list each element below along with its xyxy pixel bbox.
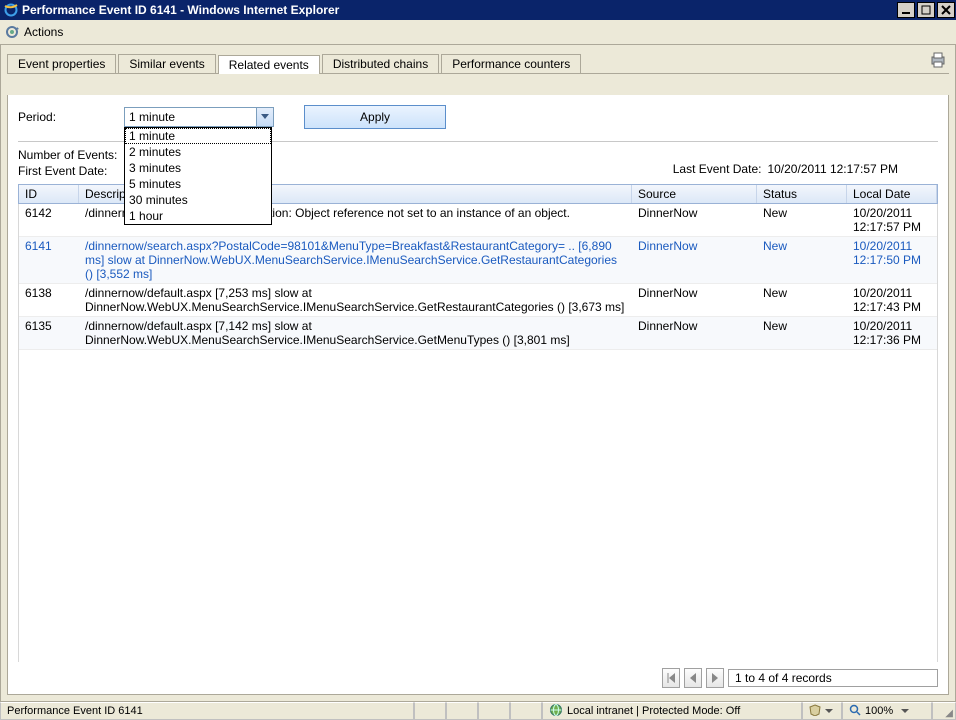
num-events-label: Number of Events: xyxy=(18,148,117,162)
cell-status: New xyxy=(757,237,847,255)
cell-source: DinnerNow xyxy=(632,284,757,302)
status-gap xyxy=(510,702,542,720)
print-icon[interactable] xyxy=(929,51,947,72)
content-area: Event properties Similar events Related … xyxy=(0,44,956,702)
cell-local-date: 10/20/201112:17:36 PM xyxy=(847,317,937,349)
pager-text: 1 to 4 of 4 records xyxy=(728,669,938,687)
chevron-down-icon xyxy=(825,709,833,713)
table-row[interactable]: 6141/dinnernow/search.aspx?PostalCode=98… xyxy=(19,237,937,284)
status-page-title-text: Performance Event ID 6141 xyxy=(7,705,143,717)
grid-body: 6142/dinnernow... .NullReferenceExceptio… xyxy=(18,204,938,662)
window-buttons xyxy=(896,0,956,20)
period-option[interactable]: 5 minutes xyxy=(125,176,271,192)
status-zoom[interactable]: 100% xyxy=(842,702,932,720)
pager-first-button[interactable] xyxy=(662,668,680,688)
cell-source: DinnerNow xyxy=(632,237,757,255)
status-zoom-text: 100% xyxy=(865,705,893,717)
tab-label: Related events xyxy=(229,58,309,72)
pager-next-button[interactable] xyxy=(706,668,724,688)
period-option[interactable]: 1 minute xyxy=(125,128,271,144)
pager-text-value: 1 to 4 of 4 records xyxy=(735,671,832,685)
last-event-date-value: 10/20/2011 12:17:57 PM xyxy=(767,162,898,176)
last-event-date-label: Last Event Date: xyxy=(673,162,762,176)
period-option[interactable]: 3 minutes xyxy=(125,160,271,176)
status-gap xyxy=(414,702,446,720)
statusbar: Performance Event ID 6141 Local intranet… xyxy=(0,702,956,720)
cell-status: New xyxy=(757,317,847,335)
globe-icon xyxy=(549,703,563,720)
period-label: Period: xyxy=(18,110,56,124)
cell-id: 6142 xyxy=(19,204,79,222)
cell-status: New xyxy=(757,204,847,222)
related-events-panel: Period: 1 minute 1 minute 2 minutes 3 mi… xyxy=(7,95,949,695)
close-button[interactable] xyxy=(937,2,955,18)
cell-source: DinnerNow xyxy=(632,204,757,222)
actions-label[interactable]: Actions xyxy=(24,25,63,39)
col-id-header[interactable]: ID xyxy=(19,185,79,203)
tab-label: Similar events xyxy=(129,57,204,71)
cell-status: New xyxy=(757,284,847,302)
chevron-down-icon[interactable] xyxy=(256,108,273,126)
status-protected-toggle[interactable] xyxy=(802,702,842,720)
cell-description: /dinnernow/default.aspx [7,142 ms] slow … xyxy=(79,317,632,349)
events-grid: ID Descripti Source Status Local Date 61… xyxy=(18,184,938,662)
maximize-button[interactable] xyxy=(917,2,935,18)
status-gap xyxy=(478,702,510,720)
period-combo[interactable]: 1 minute xyxy=(124,107,274,127)
tab-event-properties[interactable]: Event properties xyxy=(7,54,116,73)
gear-refresh-icon xyxy=(4,24,20,40)
apply-label: Apply xyxy=(360,110,390,124)
minimize-button[interactable] xyxy=(897,2,915,18)
col-stat-header[interactable]: Status xyxy=(757,185,847,203)
cell-description: /dinnernow/default.aspx [7,253 ms] slow … xyxy=(79,284,632,316)
cell-local-date: 10/20/201112:17:43 PM xyxy=(847,284,937,316)
apply-button[interactable]: Apply xyxy=(304,105,446,129)
pager-prev-button[interactable] xyxy=(684,668,702,688)
col-src-header[interactable]: Source xyxy=(632,185,757,203)
cell-id: 6138 xyxy=(19,284,79,302)
magnify-icon xyxy=(849,704,861,719)
shield-icon xyxy=(809,704,821,719)
grip-icon: ◢ xyxy=(945,711,953,717)
cell-source: DinnerNow xyxy=(632,317,757,335)
cell-local-date: 10/20/201112:17:50 PM xyxy=(847,237,937,269)
col-date-header[interactable]: Local Date xyxy=(847,185,937,203)
tab-performance-counters[interactable]: Performance counters xyxy=(441,54,581,73)
tab-distributed-chains[interactable]: Distributed chains xyxy=(322,54,439,73)
first-event-date-label: First Event Date: xyxy=(18,164,117,178)
tab-label: Event properties xyxy=(18,57,105,71)
status-security-zone[interactable]: Local intranet | Protected Mode: Off xyxy=(542,702,802,720)
ie-icon xyxy=(4,3,18,17)
tab-label: Distributed chains xyxy=(333,57,428,71)
filter-row: Period: 1 minute 1 minute 2 minutes 3 mi… xyxy=(18,105,938,129)
period-option[interactable]: 1 hour xyxy=(125,208,271,224)
actions-bar: Actions xyxy=(0,20,956,45)
period-combo-wrap: 1 minute 1 minute 2 minutes 3 minutes 5 … xyxy=(124,107,274,127)
cell-id: 6135 xyxy=(19,317,79,335)
table-row[interactable]: 6138/dinnernow/default.aspx [7,253 ms] s… xyxy=(19,284,937,317)
window-titlebar: Performance Event ID 6141 - Windows Inte… xyxy=(0,0,956,20)
pager: 1 to 4 of 4 records xyxy=(18,662,938,688)
tab-similar-events[interactable]: Similar events xyxy=(118,54,215,73)
window-title: Performance Event ID 6141 - Windows Inte… xyxy=(22,3,339,17)
period-selected: 1 minute xyxy=(125,110,256,124)
cell-id: 6141 xyxy=(19,237,79,255)
table-row[interactable]: 6135/dinnernow/default.aspx [7,142 ms] s… xyxy=(19,317,937,350)
cell-local-date: 10/20/201112:17:57 PM xyxy=(847,204,937,236)
status-page-title: Performance Event ID 6141 xyxy=(0,702,414,720)
tab-label: Performance counters xyxy=(452,57,570,71)
tab-related-events[interactable]: Related events xyxy=(218,55,320,74)
resize-grip[interactable]: ◢ xyxy=(932,702,956,720)
status-zone-text: Local intranet | Protected Mode: Off xyxy=(567,705,740,717)
period-option[interactable]: 2 minutes xyxy=(125,144,271,160)
tabstrip: Event properties Similar events Related … xyxy=(7,51,949,74)
cell-description[interactable]: /dinnernow/search.aspx?PostalCode=98101&… xyxy=(79,237,632,283)
chevron-down-icon xyxy=(901,709,909,713)
period-dropdown[interactable]: 1 minute 2 minutes 3 minutes 5 minutes 3… xyxy=(124,127,272,225)
status-gap xyxy=(446,702,478,720)
period-option[interactable]: 30 minutes xyxy=(125,192,271,208)
